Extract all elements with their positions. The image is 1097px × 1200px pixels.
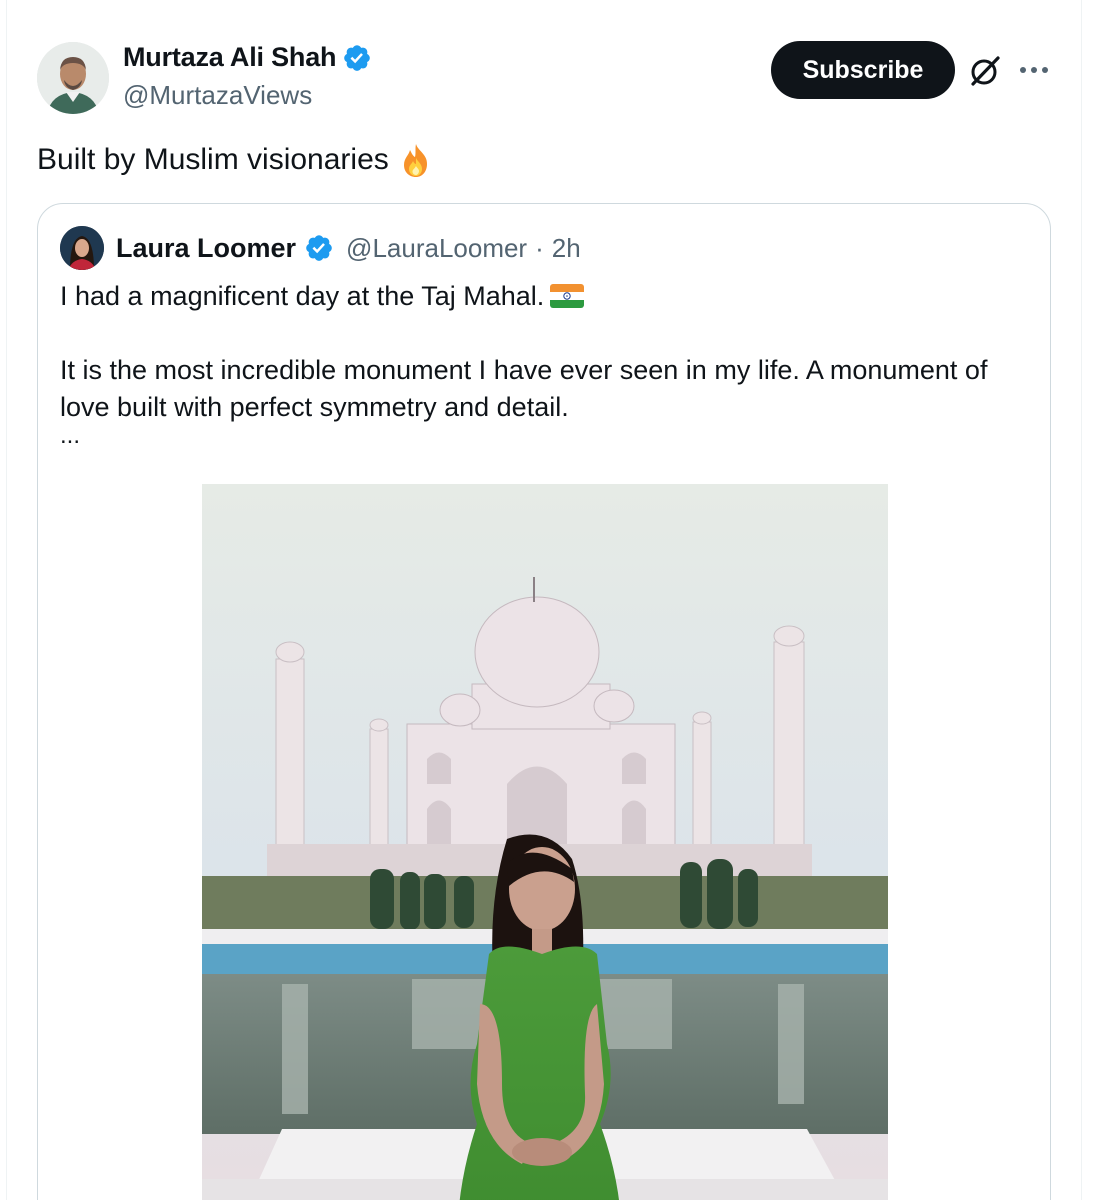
avatar-image (60, 226, 104, 270)
avatar-image (37, 42, 109, 114)
tweet-text-content: Built by Muslim visionaries (37, 143, 389, 176)
quoted-text-line-2: It is the most incredible monument I hav… (60, 355, 988, 385)
tweet-text: Built by Muslim visionaries (37, 140, 435, 180)
verified-badge-icon[interactable] (304, 233, 334, 263)
quoted-text-line-3: love built with perfect symmetry and det… (60, 392, 569, 422)
subscribe-button[interactable]: Subscribe (771, 41, 955, 99)
author-name[interactable]: Murtaza Ali Shah (123, 42, 372, 73)
quoted-tweet-photo[interactable] (202, 484, 888, 1200)
author-handle[interactable]: @MurtazaViews (123, 80, 312, 111)
author-avatar[interactable] (37, 42, 109, 114)
india-flag-icon (550, 284, 585, 308)
show-more-ellipsis[interactable]: ... (60, 424, 1030, 448)
quoted-tweet-header: Laura Loomer @LauraLoomer · 2h (60, 226, 581, 270)
quoted-text-line-1-content: I had a magnificent day at the Taj Mahal… (60, 281, 545, 311)
author-name-text: Murtaza Ali Shah (123, 42, 337, 72)
separator-dot: · (535, 232, 544, 263)
quoted-author-name[interactable]: Laura Loomer (116, 233, 296, 264)
taj-mahal-photo-image (202, 484, 888, 1200)
quoted-tweet-time[interactable]: 2h (552, 233, 581, 264)
quoted-text-line-1: I had a magnificent day at the Taj Mahal… (60, 278, 1030, 315)
verified-badge-icon[interactable] (342, 43, 372, 73)
more-options-icon[interactable] (1014, 52, 1054, 88)
grok-icon[interactable] (965, 51, 1005, 91)
quoted-author-handle[interactable]: @LauraLoomer (346, 233, 527, 264)
quoted-author-avatar[interactable] (60, 226, 104, 270)
fire-icon (403, 144, 427, 177)
quoted-tweet-card[interactable]: Laura Loomer @LauraLoomer · 2h I had a m… (37, 203, 1051, 1200)
quoted-tweet-text: I had a magnificent day at the Taj Mahal… (60, 278, 1030, 448)
